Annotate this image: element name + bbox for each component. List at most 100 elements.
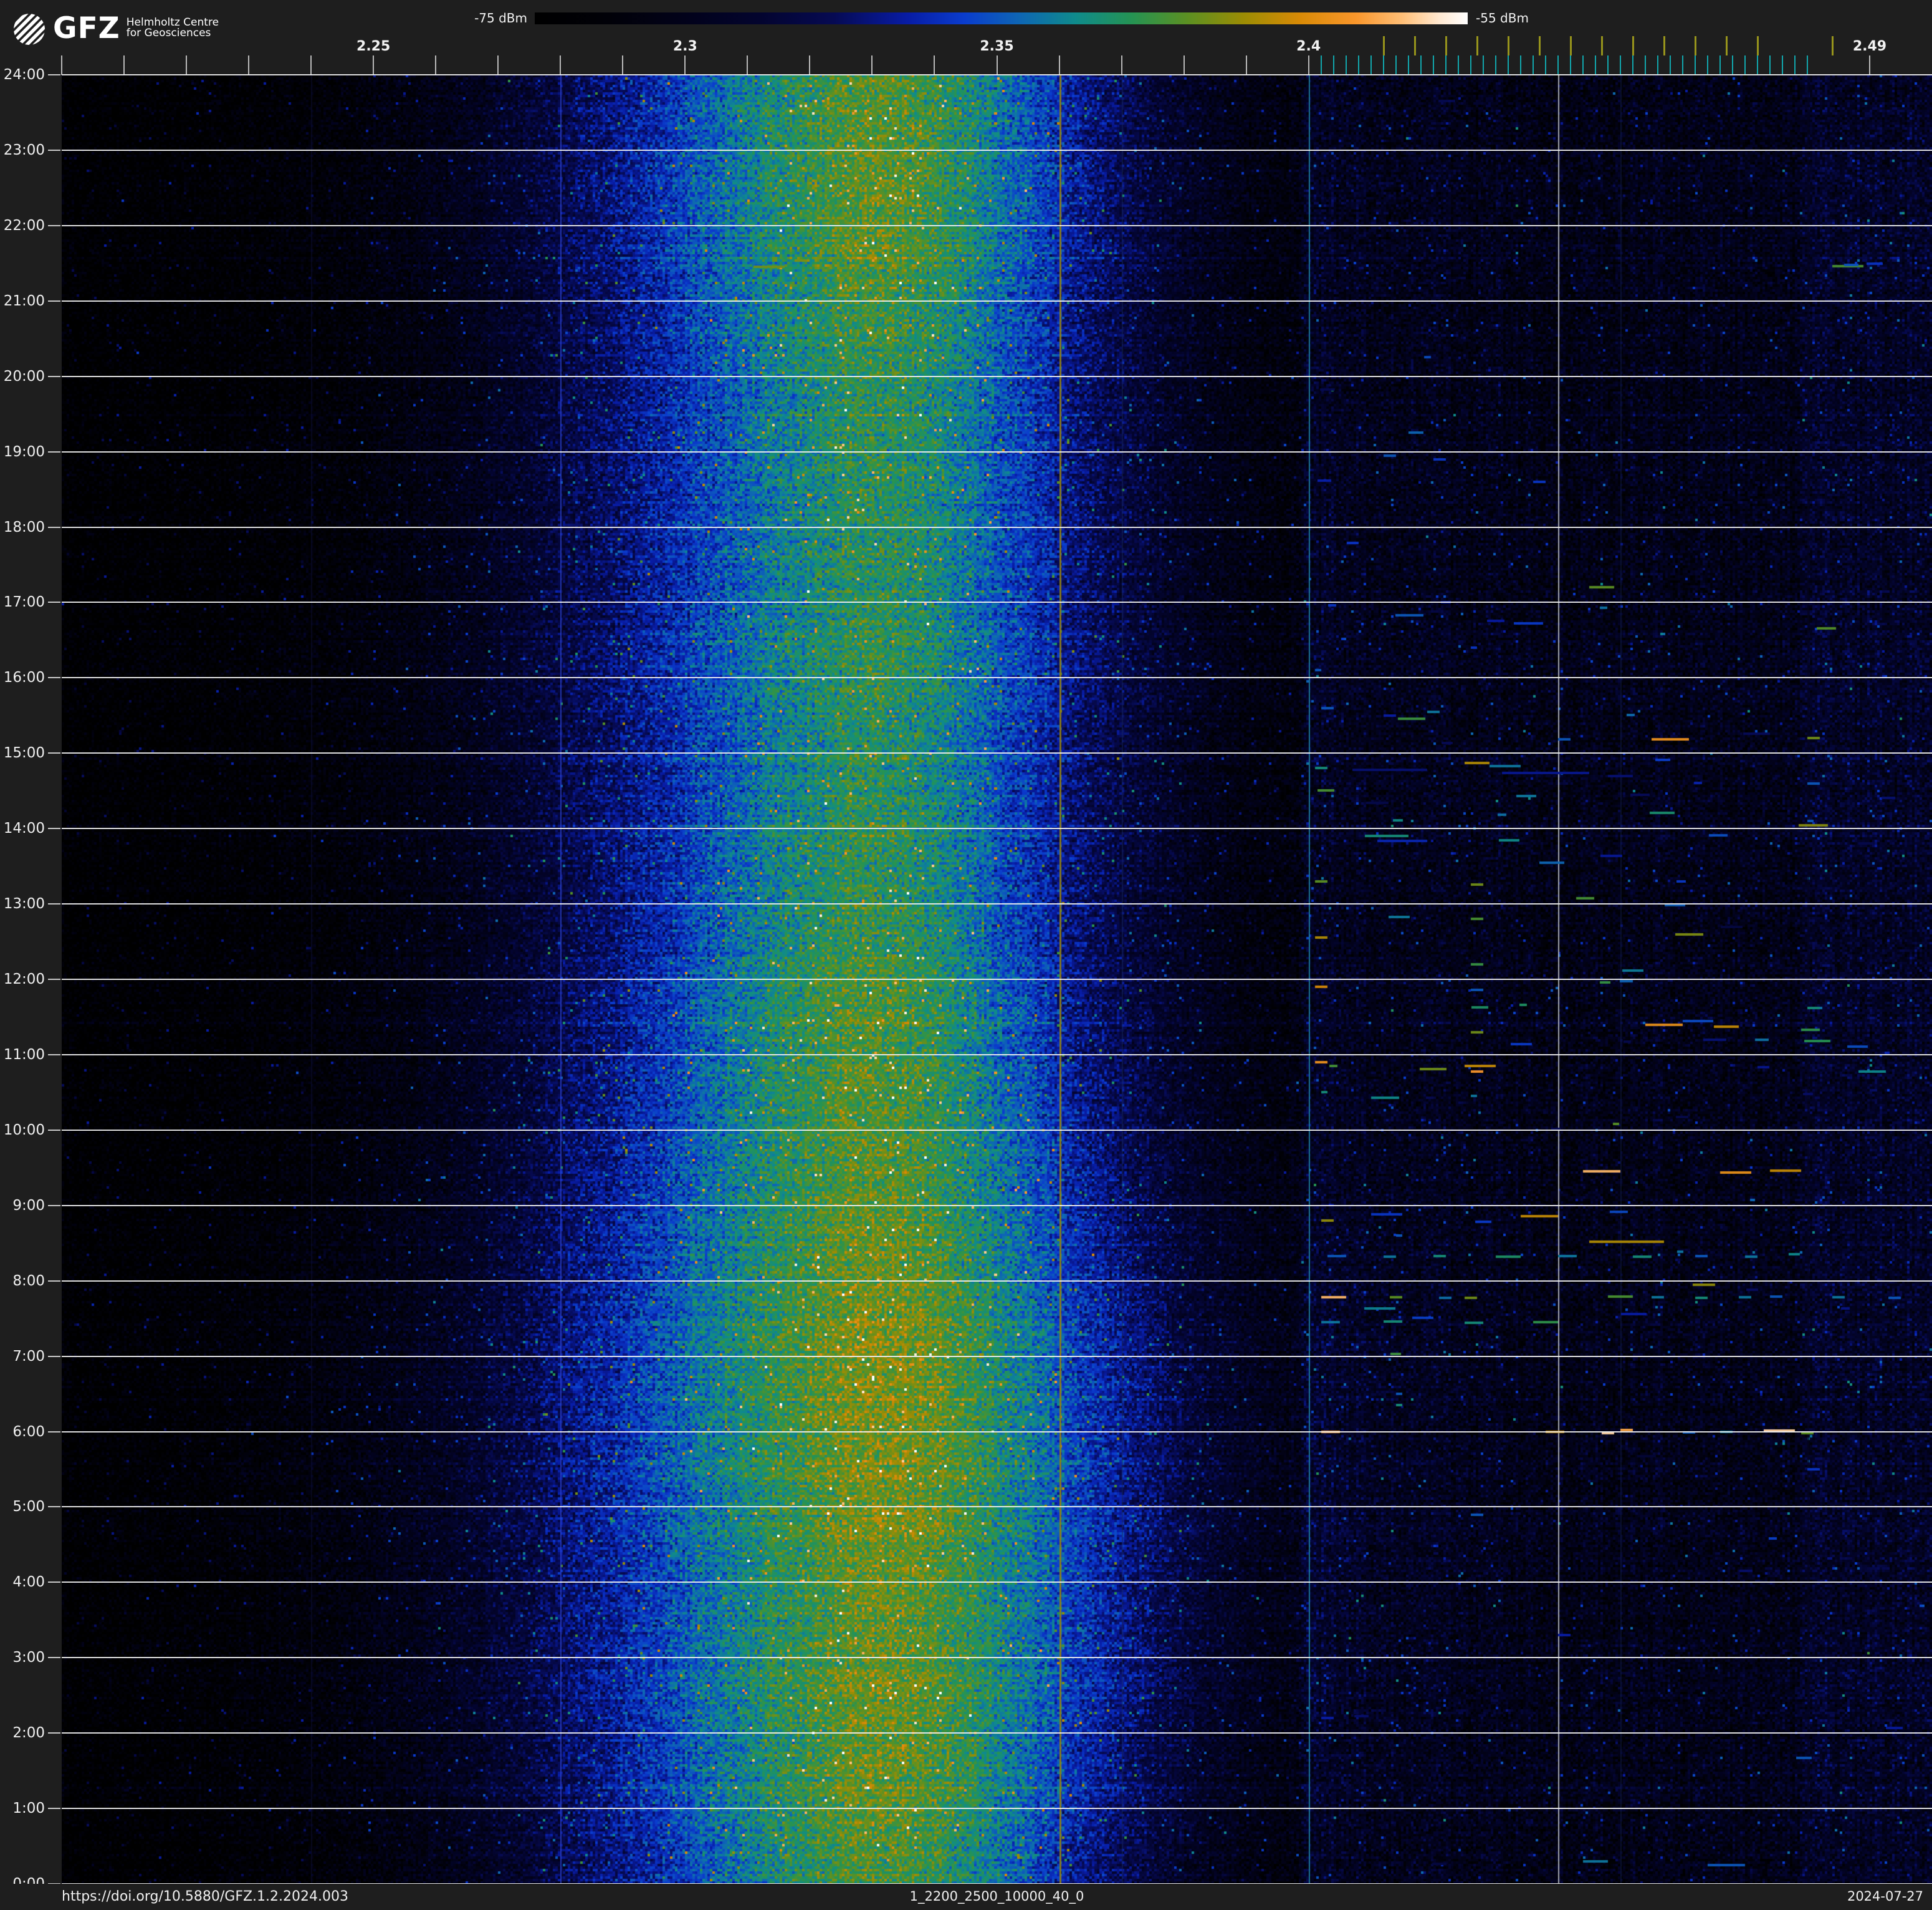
wifi-channel-tick [1632, 36, 1634, 55]
wifi-channel-tick [1382, 36, 1385, 55]
ble-channel-tick [1407, 55, 1409, 74]
ble-channel-tick [1594, 55, 1596, 74]
freq-tick [622, 55, 624, 75]
freq-tick [871, 55, 873, 75]
hour-tick [48, 1506, 60, 1507]
ble-channel-tick [1494, 55, 1496, 74]
ble-channel-tick [1357, 55, 1359, 74]
hour-gridline [62, 828, 1932, 829]
logo-wordmark: GFZ [53, 11, 120, 46]
hour-tick [48, 828, 60, 829]
time-label: 12:00 [3, 971, 45, 987]
wifi-channel-tick [1413, 36, 1416, 55]
time-label: 4:00 [12, 1574, 45, 1590]
freq-tick [61, 55, 62, 75]
hour-tick [48, 527, 60, 528]
hour-gridline [62, 1054, 1932, 1055]
wifi-channel-tick [1538, 36, 1541, 55]
ble-channel-tick [1582, 55, 1584, 74]
hour-gridline [62, 1808, 1932, 1809]
freq-tick [1121, 55, 1122, 75]
time-label: 19:00 [3, 444, 45, 460]
gfz-globe-icon [7, 7, 52, 52]
hour-tick [48, 979, 60, 980]
ble-channel-tick [1382, 55, 1384, 74]
ble-channel-tick [1557, 55, 1559, 74]
time-label: 15:00 [3, 745, 45, 761]
hour-gridline [62, 451, 1932, 453]
date-label: 2024-07-27 [1847, 1889, 1923, 1904]
org-name: Helmholtz Centre for Geosciences [127, 13, 219, 39]
hour-tick [48, 300, 60, 302]
ble-channel-tick [1544, 55, 1546, 74]
hour-gridline [62, 1280, 1932, 1282]
hour-gridline [62, 1356, 1932, 1357]
time-label: 14:00 [3, 820, 45, 837]
hour-tick [48, 677, 60, 678]
freq-tick [996, 55, 998, 75]
hour-gridline [62, 150, 1932, 151]
ble-channel-tick [1644, 55, 1646, 74]
time-label: 5:00 [12, 1499, 45, 1515]
ble-channel-tick [1694, 55, 1696, 74]
header: GFZ Helmholtz Centre for Geosciences -75… [0, 0, 1932, 75]
hour-tick [48, 150, 60, 151]
ble-channel-tick [1332, 55, 1334, 74]
ble-channel-tick [1507, 55, 1509, 74]
colorbar-min-label: -75 dBm [474, 11, 527, 26]
ble-channel-tick [1731, 55, 1733, 74]
ble-channel-tick [1806, 55, 1808, 74]
time-label: 23:00 [3, 142, 45, 158]
hour-tick [48, 1657, 60, 1658]
freq-label: 2.25 [356, 39, 391, 54]
hour-gridline [62, 376, 1932, 377]
freq-tick [497, 55, 499, 75]
hour-gridline [62, 527, 1932, 528]
wifi-channel-tick [1694, 36, 1696, 55]
freq-tick [934, 55, 935, 75]
ble-channel-tick [1320, 55, 1322, 74]
hour-tick [48, 225, 60, 226]
hour-gridline [62, 1205, 1932, 1206]
logo: GFZ Helmholtz Centre for Geosciences [7, 7, 219, 52]
time-label: 9:00 [12, 1197, 45, 1214]
freq-label: 2.49 [1852, 39, 1887, 54]
hour-tick [48, 376, 60, 377]
ble-channel-tick [1657, 55, 1658, 74]
hour-gridline [62, 74, 1932, 75]
ble-channel-tick [1719, 55, 1721, 74]
hour-gridline [62, 1657, 1932, 1658]
hour-gridline [62, 752, 1932, 754]
hour-tick [48, 1808, 60, 1809]
freq-label: 2.35 [980, 39, 1014, 54]
hour-gridline [62, 677, 1932, 678]
freq-tick [123, 55, 125, 75]
freq-tick [1183, 55, 1185, 75]
wifi-channel-tick [1445, 36, 1447, 55]
wifi-channel-tick [1663, 36, 1665, 55]
freq-tick [809, 55, 811, 75]
ble-channel-tick [1607, 55, 1609, 74]
time-label: 21:00 [3, 293, 45, 309]
freq-label: 2.4 [1296, 39, 1321, 54]
ble-channel-tick [1457, 55, 1459, 74]
hour-tick [48, 74, 60, 75]
time-label: 11:00 [3, 1047, 45, 1063]
hour-tick [48, 1054, 60, 1055]
ble-channel-tick [1619, 55, 1621, 74]
wifi-channel-tick [1507, 36, 1509, 55]
hour-tick [48, 1732, 60, 1734]
ble-channel-tick [1519, 55, 1521, 74]
ble-channel-tick [1794, 55, 1796, 74]
time-label: 10:00 [3, 1122, 45, 1138]
hour-gridline [62, 1130, 1932, 1131]
time-label: 24:00 [3, 67, 45, 83]
wifi-channel-tick [1831, 36, 1834, 55]
freq-tick [1308, 55, 1309, 75]
ble-channel-tick [1532, 55, 1534, 74]
hour-gridline [62, 225, 1932, 226]
freq-tick [560, 55, 562, 75]
hour-tick [48, 451, 60, 453]
hour-tick [48, 602, 60, 603]
hour-tick [48, 752, 60, 754]
